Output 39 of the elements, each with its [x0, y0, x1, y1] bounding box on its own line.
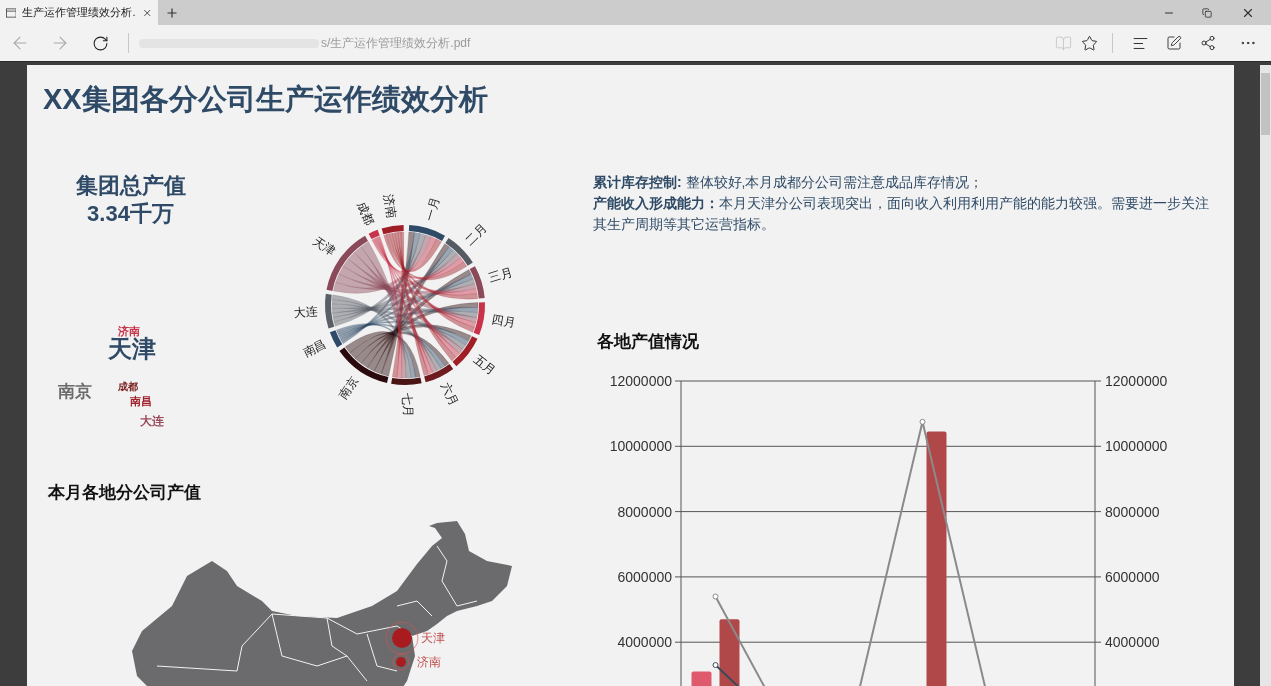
chord-label: 大连 — [292, 304, 318, 320]
axis-tick-label: 8000000 — [617, 503, 672, 520]
page-title: XX集团各分公司生产运作绩效分析 — [43, 82, 489, 117]
chord-label: 天津 — [310, 233, 338, 259]
note-text: 累计库存控制: 整体较好,本月成都分公司需注意成品库存情况； — [593, 173, 985, 192]
total-label: 集团总产值 — [75, 172, 186, 200]
map-label: 天津 — [421, 630, 445, 645]
word-cloud-word: 南昌 — [130, 396, 152, 407]
axis-tick-label: 6000000 — [1105, 568, 1160, 585]
axis-tick-label: 12000000 — [609, 372, 672, 389]
word-cloud-word: 天津 — [108, 337, 156, 361]
chord-label: 一月 — [422, 195, 443, 223]
axis-tick-label: 10000000 — [609, 437, 672, 454]
axis-tick-label: 4000000 — [1105, 633, 1160, 650]
section-title: 本月各地分公司产值 — [48, 482, 202, 504]
axis-tick-label: 6000000 — [617, 568, 672, 585]
note-text: 产能收入形成能力：本月天津分公司表现突出，面向收入利用利用产能的能力较强。需要进一步关注其生产周期等其它运营指标。 — [593, 194, 1210, 234]
chord-label: 六月 — [438, 380, 462, 409]
axis-tick-label: 4000000 — [617, 633, 672, 650]
chord-label: 五月 — [471, 352, 499, 379]
word-cloud-word: 南京 — [58, 383, 92, 400]
word-cloud-word: 济南 — [118, 326, 140, 337]
chart-title: 各地产值情况 — [597, 331, 700, 353]
axis-tick-label: 12000000 — [1105, 372, 1168, 389]
axis-tick-label: 8000000 — [1105, 503, 1160, 520]
word-cloud-word: 大连 — [140, 415, 164, 427]
chord-label: 三月 — [486, 264, 514, 286]
chord-label: 二月 — [462, 220, 490, 248]
chord-label: 四月 — [490, 312, 517, 331]
chord-label: 南昌 — [300, 336, 329, 360]
chord-label: 南京 — [335, 373, 361, 402]
chord-label: 成都 — [354, 199, 378, 227]
map-label: 济南 — [417, 654, 441, 669]
tab-title: 生产运作管理绩效分析. — [22, 5, 136, 21]
word-cloud-word: 成都 — [118, 382, 138, 392]
axis-tick-label: 10000000 — [1105, 437, 1168, 454]
chord-label: 济南 — [381, 193, 399, 220]
total-value: 3.34千万 — [87, 200, 174, 228]
chord-label: 七月 — [400, 392, 415, 418]
